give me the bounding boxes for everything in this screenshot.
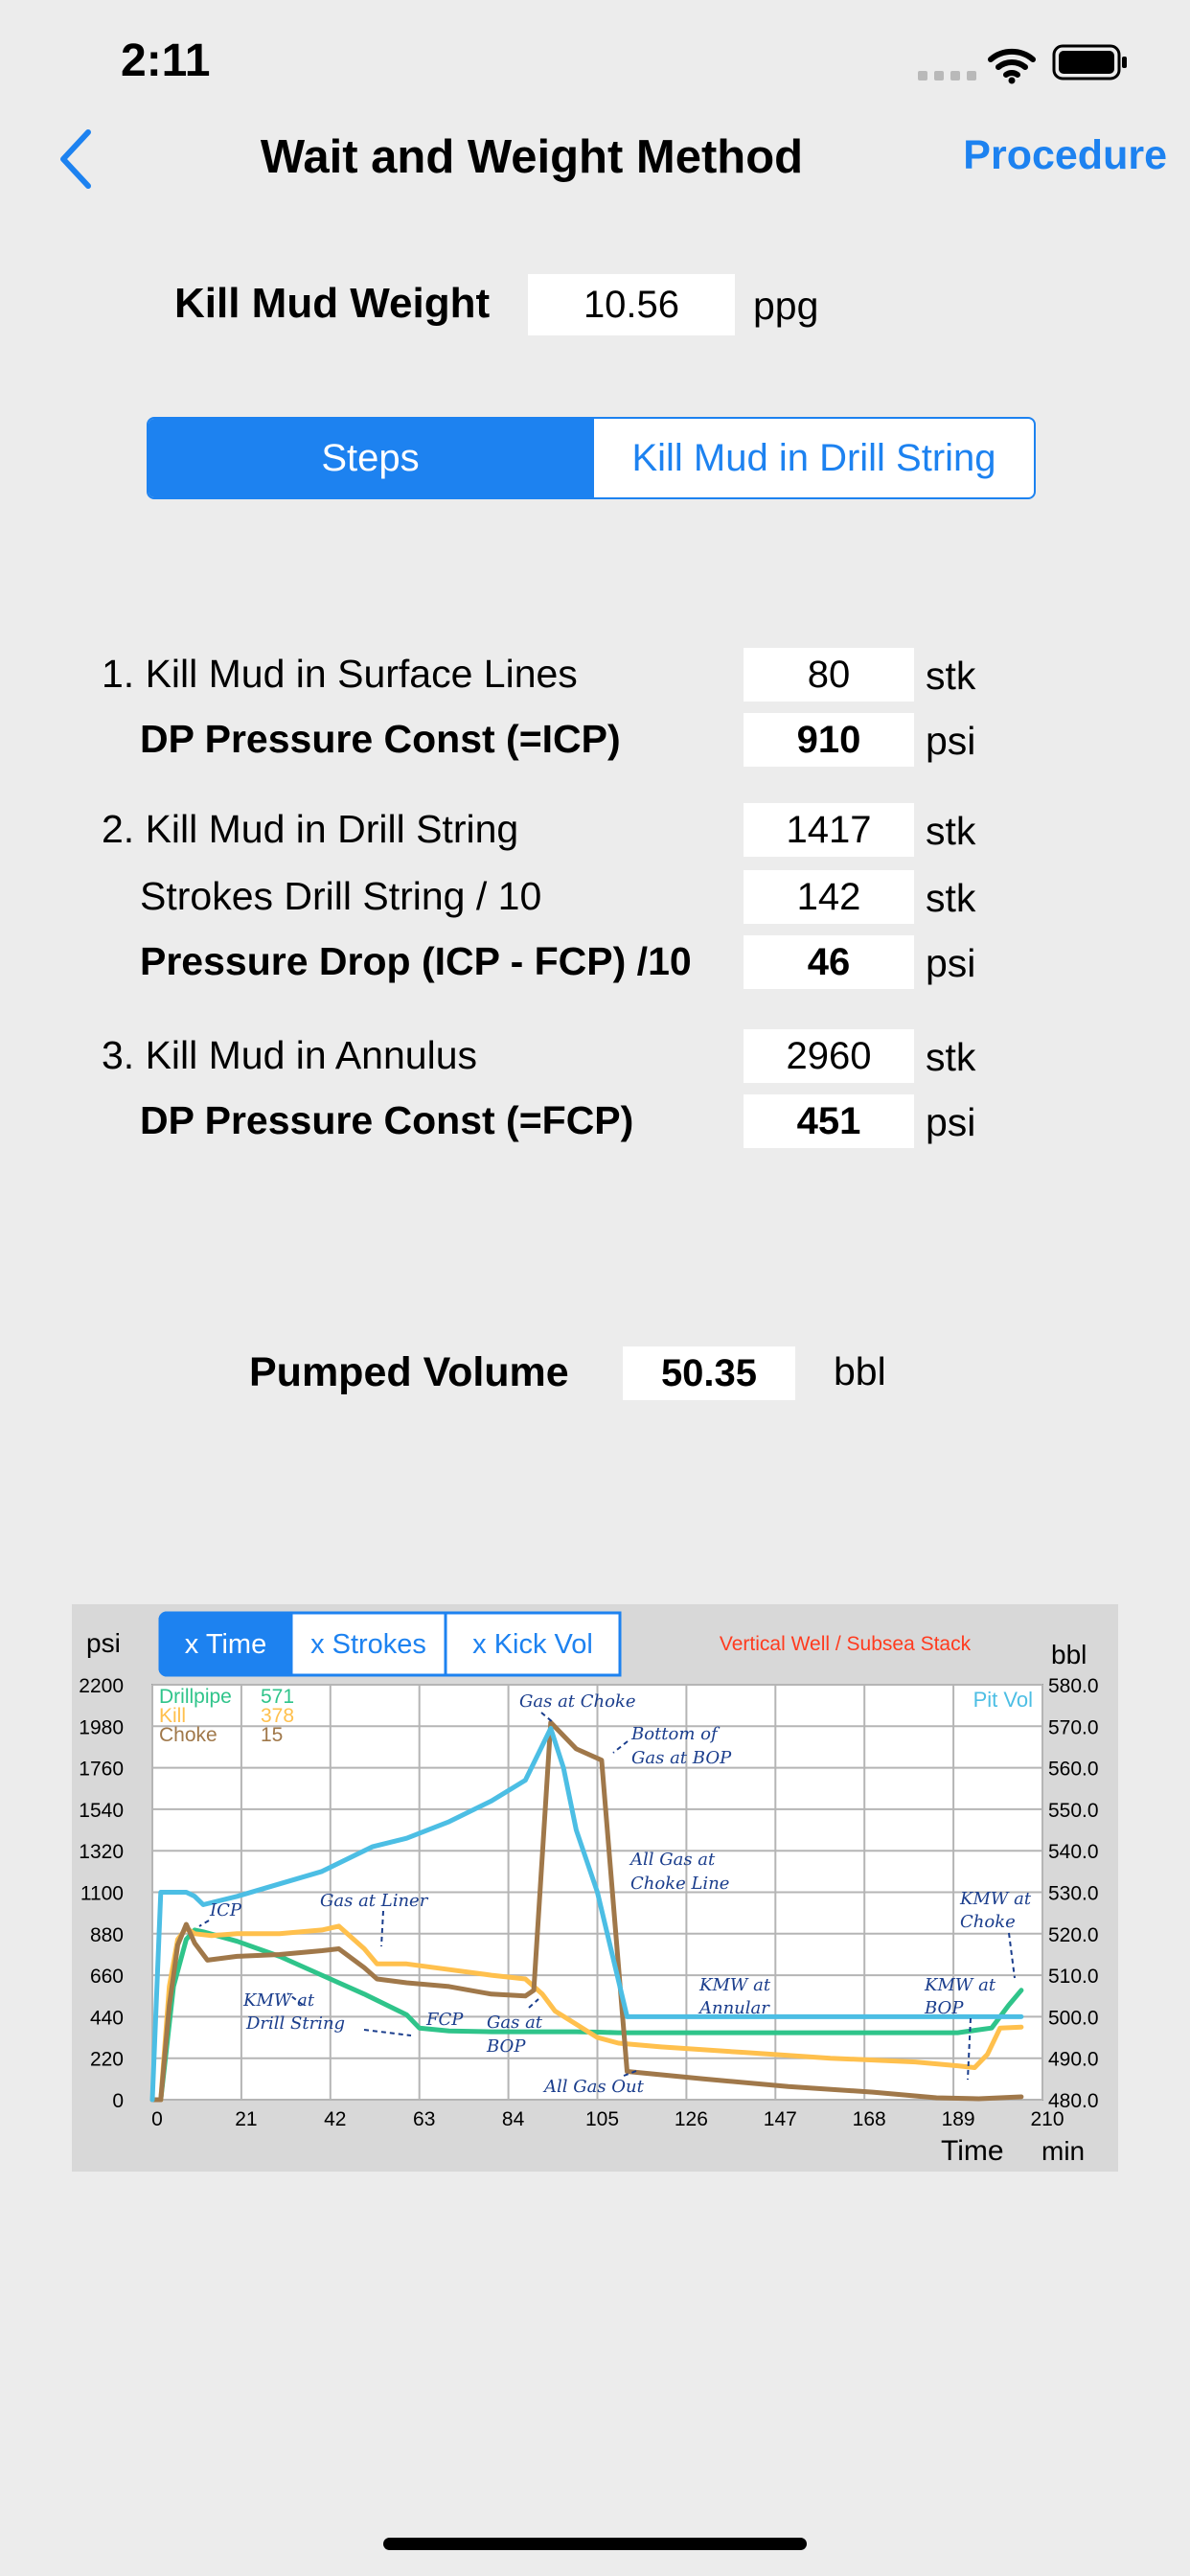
y-tick-label: 220: [90, 2049, 124, 2071]
y-tick-label: 1320: [79, 1841, 124, 1863]
chart-annotation: Drill String: [245, 2013, 345, 2034]
y-tick-label: 880: [90, 1924, 124, 1946]
chart-annotation: Gas at Choke: [519, 1691, 636, 1712]
y-tick-label: 1100: [80, 1883, 124, 1905]
x-axis-option-label: x Strokes: [310, 1629, 426, 1660]
chart-annotation: KMW at: [242, 1990, 315, 2011]
x-tick-label: 168: [853, 2108, 886, 2130]
y2-tick-label: 580.0: [1048, 1675, 1099, 1697]
y-tick-label: 1980: [79, 1716, 124, 1738]
x-tick-label: 42: [324, 2108, 346, 2130]
y2-tick-label: 510.0: [1048, 1966, 1099, 1988]
y-tick-label: 660: [90, 1966, 124, 1988]
y2-tick-label: 560.0: [1048, 1759, 1099, 1781]
chart-annotation: All Gas at: [629, 1850, 716, 1870]
chart-annotation: BOP: [486, 2036, 526, 2057]
chart-annotation: Gas at: [487, 2012, 543, 2033]
stack-label: Vertical Well / Subsea Stack: [720, 1633, 972, 1655]
y2-tick-label: 490.0: [1048, 2049, 1099, 2071]
y2-tick-label: 520.0: [1048, 1924, 1099, 1946]
chart-annotation: Bottom of: [630, 1724, 721, 1744]
chart-annotation: Annular: [698, 1998, 770, 2018]
kill-chart: 0 220 440 660 880 1100 1320 1540 1760 1980 2200 0 21…: [79, 1611, 1099, 2167]
x-axis-label: Time: [941, 2135, 1004, 2167]
chart-annotation: BOP: [924, 1998, 964, 2018]
x-axis-option-label: x Time: [185, 1629, 266, 1660]
y-tick-label: 1540: [79, 1800, 124, 1822]
y-tick-label: 2200: [79, 1675, 124, 1697]
y2-tick-label: 480.0: [1048, 2090, 1099, 2112]
chart-annotation: Gas at BOP: [631, 1748, 732, 1768]
left-axis-unit: psi: [86, 1628, 121, 1658]
x-axis-option-label: x Kick Vol: [472, 1629, 593, 1660]
y2-tick-label: 570.0: [1048, 1716, 1099, 1738]
chart-annotation: Choke Line: [630, 1874, 729, 1894]
y2-tick-label: 550.0: [1048, 1800, 1099, 1822]
x-tick-label: 63: [413, 2108, 435, 2130]
chart-annotation: All Gas Out: [542, 2077, 645, 2097]
x-tick-label: 126: [675, 2108, 708, 2130]
chart-annotation: KMW at: [959, 1889, 1032, 1909]
x-tick-label: 105: [585, 2108, 619, 2130]
x-axis-unit: min: [1041, 2136, 1085, 2166]
chart-annotation: Gas at Liner: [320, 1891, 429, 1911]
home-indicator: [383, 2538, 807, 2550]
x-tick-label: 189: [942, 2108, 975, 2130]
y2-tick-label: 530.0: [1048, 1883, 1099, 1905]
right-axis-unit: bbl: [1051, 1640, 1087, 1669]
legend-name: Choke: [159, 1724, 217, 1746]
x-tick-label: 0: [151, 2108, 163, 2130]
x-tick-label: 21: [235, 2108, 257, 2130]
chart-annotation: KMW at: [698, 1975, 771, 1995]
legend-value: 15: [261, 1724, 283, 1746]
y2-tick-label: 500.0: [1048, 2007, 1099, 2029]
chart-annotation: FCP: [425, 2010, 464, 2030]
chart-annotation: KMW at: [924, 1975, 996, 1995]
y-tick-label: 1760: [79, 1759, 124, 1781]
x-tick-label: 84: [502, 2108, 525, 2130]
chart-annotation: Choke: [960, 1912, 1016, 1932]
chart-annotation: ICP: [209, 1900, 242, 1920]
pit-vol-label: Pit Vol: [973, 1688, 1033, 1712]
x-tick-label: 147: [764, 2108, 797, 2130]
y-tick-label: 440: [90, 2007, 124, 2029]
y2-tick-label: 540.0: [1048, 1841, 1099, 1863]
y-tick-label: 0: [112, 2090, 124, 2112]
